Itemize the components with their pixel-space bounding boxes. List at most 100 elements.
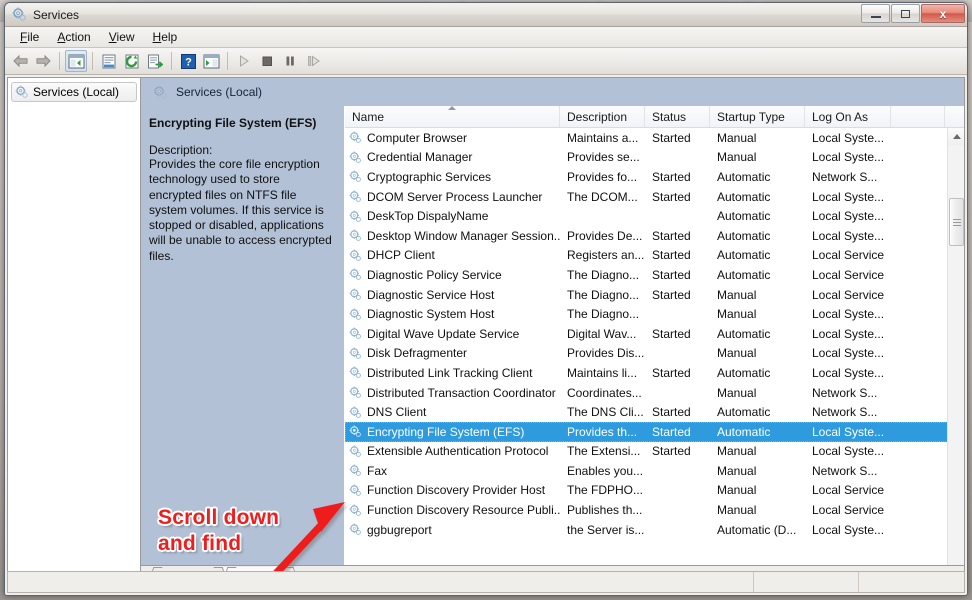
service-name-label: ggbugreport [367,522,432,537]
cell-description: The Extensi... [567,444,641,459]
refresh-button[interactable] [121,50,143,72]
menu-item-help[interactable]: Help [144,28,187,46]
table-row[interactable]: Extensible Authentication Protocol The Ex… [345,442,964,462]
service-name-label: Cryptographic Services [367,169,492,184]
service-gear-icon [349,406,361,418]
table-row[interactable]: Fax Enables you... Manual Network S... [345,461,964,481]
table-row[interactable]: Digital Wave Update Service Digital Wav..… [345,324,964,344]
cell-name: ggbugreport [345,523,560,537]
menu-item-action[interactable]: Action [48,28,99,46]
stop-service-button[interactable] [256,50,278,72]
cell-description: The Diagno... [567,287,640,302]
service-name-label: Fax [367,463,388,478]
table-row[interactable]: Computer Browser Maintains a... Started Man… [345,128,964,148]
table-row[interactable]: Diagnostic Service Host The Diagno... Star… [345,285,964,305]
table-row[interactable]: DeskTop DispalyName Automatic Local Syste.… [345,206,964,226]
title-bar[interactable]: Services x [5,3,967,27]
table-row[interactable]: Function Discovery Provider Host The FDPH… [345,481,964,501]
table-row[interactable]: DNS Client The DNS Cli... Started Automatic… [345,402,964,422]
cell-description: Digital Wav... [567,326,637,341]
service-name-label: DNS Client [367,405,427,420]
cell-log-on-as: Local Syste... [812,130,885,145]
menu-item-view[interactable]: View [100,28,144,46]
table-row[interactable]: Function Discovery Resource Publi... Publ… [345,500,964,520]
cell-log-on-as: Network S... [812,405,878,420]
table-row[interactable]: Disk Defragmenter Provides Dis... Manual Lo… [345,344,964,364]
service-name-label: Desktop Window Manager Session... [367,228,560,243]
pane-header-label: Services (Local) [176,85,263,99]
cell-startup-type: Manual [717,385,757,400]
cell-log-on-as: Local Service [812,483,885,498]
cell-status: Started [652,287,691,302]
pause-service-button[interactable] [279,50,301,72]
table-row[interactable]: DCOM Server Process Launcher The DCOM... S… [345,187,964,207]
start-service-button[interactable] [233,50,255,72]
properties-button[interactable] [98,50,120,72]
table-row[interactable]: Cryptographic Services Provides fo... Star… [345,167,964,187]
show-hide-action-pane-button[interactable] [200,50,222,72]
cell-log-on-as: Local Syste... [812,228,885,243]
export-list-button[interactable] [144,50,166,72]
status-bar [7,571,965,593]
table-row[interactable]: Diagnostic System Host The Diagno... Manua… [345,304,964,324]
back-button[interactable] [9,50,31,72]
cell-startup-type: Automatic (D... [717,522,797,537]
cell-startup-type: Automatic [717,209,771,224]
cell-startup-type: Manual [717,307,757,322]
service-gear-icon [349,171,361,183]
toolbar: ? [5,48,967,75]
column-header-name[interactable]: Name [345,106,560,127]
help-button[interactable]: ? [177,50,199,72]
cell-startup-type: Automatic [717,424,771,439]
table-row[interactable]: Distributed Link Tracking Client Maintain… [345,363,964,383]
cell-name: Encrypting File System (EFS) [345,425,560,439]
cell-name: Diagnostic System Host [345,307,560,321]
cell-log-on-as: Local Service [812,503,885,518]
column-header-status[interactable]: Status [645,106,710,127]
column-header-filler[interactable] [891,106,945,127]
arrow-right-icon [36,54,51,68]
table-row[interactable]: Credential Manager Provides se... Manual Lo… [345,148,964,168]
cell-startup-type: Automatic [717,189,771,204]
tree-item-services-local[interactable]: Services (Local) [11,82,137,102]
column-header-log-on-as[interactable]: Log On As [805,106,891,127]
cell-description: the Server is... [567,522,645,537]
cell-name: Computer Browser [345,131,560,145]
table-row[interactable]: Desktop Window Manager Session... Provide… [345,226,964,246]
table-row[interactable]: Encrypting File System (EFS) Provides th.… [345,421,964,442]
scrollbar-thumb[interactable] [949,198,964,246]
restart-service-button[interactable] [302,50,324,72]
forward-button[interactable] [32,50,54,72]
table-row[interactable]: Diagnostic Policy Service The Diagno... St… [345,265,964,285]
tree-item-label: Services (Local) [33,85,120,99]
cell-log-on-as: Local Syste... [812,365,885,380]
service-gear-icon [349,464,361,477]
services-gear-icon [153,85,167,99]
console-tree-icon [68,54,84,68]
cell-name: Extensible Authentication Protocol [345,444,560,458]
cell-startup-type: Manual [717,287,757,302]
cell-name: Cryptographic Services [345,170,560,184]
table-row[interactable]: ggbugreport the Server is... Automatic (D.… [345,520,964,540]
column-header-row: Name Description Status Startup Type Log On … [345,106,964,128]
column-header-startup-type[interactable]: Startup Type [710,106,805,127]
minimize-button[interactable] [861,4,890,23]
column-header-description[interactable]: Description [560,106,645,127]
cell-startup-type: Manual [717,150,757,165]
cell-name: DCOM Server Process Launcher [345,190,560,204]
restore-button[interactable] [891,4,920,23]
service-name-label: Diagnostic Service Host [367,287,495,302]
show-hide-console-tree-button[interactable] [65,50,87,72]
menu-item-file[interactable]: File [11,28,48,46]
table-row[interactable]: DHCP Client Registers an... Started Automat… [345,246,964,266]
scroll-up-button[interactable] [948,128,964,145]
close-button[interactable]: x [921,4,965,23]
service-name-label: Disk Defragmenter [367,346,468,361]
cell-description: Provides fo... [567,169,638,184]
list-vertical-scrollbar[interactable] [947,128,964,585]
action-pane-icon [203,54,219,68]
cell-description: The DNS Cli... [567,405,644,420]
svg-text:?: ? [185,56,192,68]
table-row[interactable]: Distributed Transaction Coordinator Coord… [345,383,964,403]
cell-startup-type: Manual [717,444,757,459]
